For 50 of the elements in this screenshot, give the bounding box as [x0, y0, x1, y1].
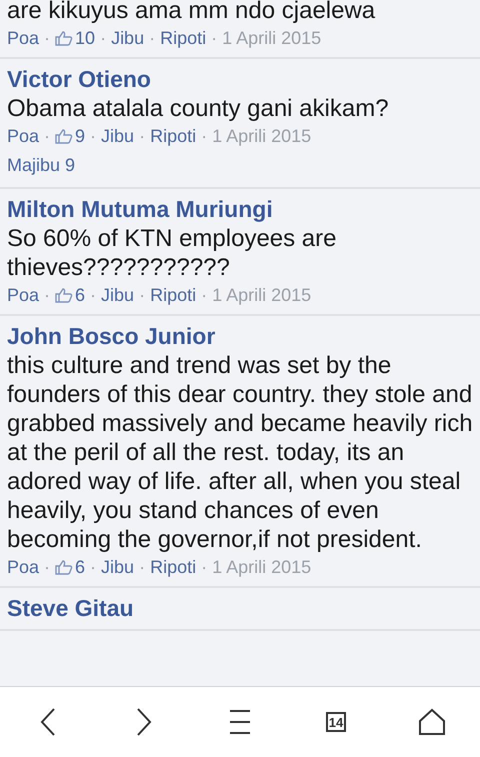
like-link[interactable]: Poa: [7, 25, 40, 51]
reply-link[interactable]: Jibu: [101, 282, 134, 308]
comment-date: 1 Aprili 2015: [222, 27, 322, 50]
comment-text: this culture and trend was set by the founders of this dear country. they stole and grabbed massively and became heavily rich at the peril of all the rest. today, its an adored way of life. after all, when you steal heavily, you stand chances of even becoming the governor,if not president.: [7, 351, 473, 554]
author-name[interactable]: Steve Gitau: [7, 588, 473, 623]
report-link[interactable]: Ripoti: [150, 123, 196, 149]
report-link[interactable]: Ripoti: [160, 25, 206, 51]
like-count: 6: [75, 556, 86, 579]
like-count: 10: [75, 27, 96, 50]
comment-text: are kikuyus ama mm ndo cjaelewa: [7, 0, 376, 25]
comment-text: So 60% of KTN employees are thieves???????????: [7, 224, 338, 282]
comment-date: 1 Aprili 2015: [212, 125, 312, 148]
author-name[interactable]: John Bosco Junior: [7, 316, 473, 351]
author-name[interactable]: Victor Otieno: [7, 59, 473, 94]
comment-date: 1 Aprili 2015: [212, 284, 312, 307]
comment-date: 1 Aprili 2015: [212, 556, 312, 579]
separator: ·: [139, 284, 146, 307]
separator: ·: [211, 27, 218, 50]
separator: ·: [44, 27, 50, 50]
report-link[interactable]: Ripoti: [150, 554, 196, 580]
separator: ·: [139, 556, 146, 579]
author-name[interactable]: Milton Mutuma Muriungi: [7, 189, 473, 224]
report-link[interactable]: Ripoti: [150, 282, 196, 308]
separator: ·: [201, 556, 208, 579]
replies-link[interactable]: Majibu 9: [7, 149, 473, 181]
separator: ·: [44, 284, 50, 307]
separator: ·: [90, 125, 96, 148]
tabs-button[interactable]: 14: [326, 712, 346, 732]
separator: ·: [201, 284, 208, 307]
like-count: 6: [75, 284, 86, 307]
separator: ·: [100, 27, 106, 50]
reply-link[interactable]: Jibu: [101, 123, 134, 149]
like-link[interactable]: Poa: [7, 554, 40, 580]
separator: ·: [201, 125, 208, 148]
separator: ·: [149, 27, 156, 50]
thumbs-up-icon: [55, 30, 74, 46]
reply-link[interactable]: Jibu: [111, 25, 144, 51]
separator: ·: [90, 556, 96, 579]
reply-link[interactable]: Jibu: [101, 554, 134, 580]
separator: ·: [139, 125, 146, 148]
thumbs-up-icon: [55, 128, 74, 144]
like-link[interactable]: Poa: [7, 282, 40, 308]
comment-text: Obama atalala county gani akikam?: [7, 94, 390, 123]
separator: ·: [44, 556, 50, 579]
thumbs-up-icon: [55, 559, 74, 575]
separator: ·: [90, 284, 96, 307]
like-count: 9: [75, 125, 86, 148]
like-link[interactable]: Poa: [7, 123, 40, 149]
thumbs-up-icon: [55, 287, 74, 303]
separator: ·: [44, 125, 50, 148]
